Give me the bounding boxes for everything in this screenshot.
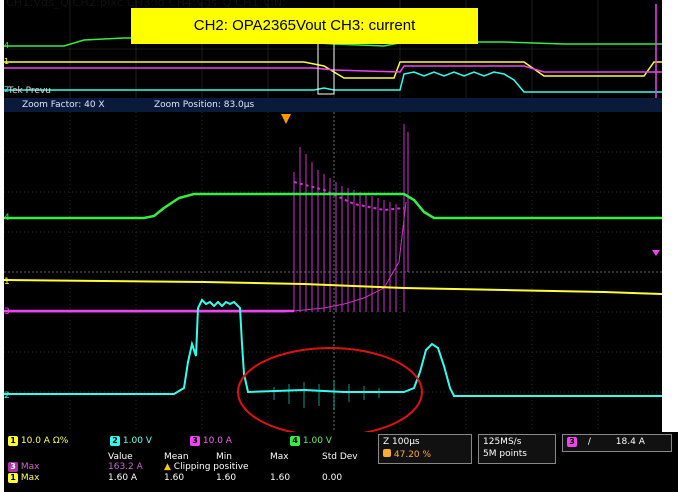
timebase-box[interactable]: Z 100µs 47.20 % (378, 434, 472, 464)
annotation-banner: CH2: OPA2365Vout CH3: current (131, 8, 478, 44)
warning-triangle-icon: ▲ (164, 462, 171, 472)
trigger-channel: 3 (567, 437, 577, 447)
trigger-level: 18.4 A (615, 437, 645, 447)
svg-text:2: 2 (4, 391, 10, 401)
ch2-scale[interactable]: 2 1.00 V (110, 436, 152, 447)
svg-text:1: 1 (4, 57, 9, 66)
trigger-box[interactable]: 3 / 18.4 A (562, 434, 672, 452)
ch1-scale[interactable]: 1 10.0 A Ω% (8, 436, 68, 447)
row2-channel: 1 (8, 473, 18, 483)
zoom-waveform-panel: 4 1 3 2 (3, 112, 663, 437)
acquisition-box[interactable]: 125MS/s 5M points (478, 434, 556, 464)
ch3-scale[interactable]: 3 10.0 A (190, 436, 232, 447)
row1-warning: ▲ Clipping positive (164, 462, 249, 472)
svg-text:3: 3 (4, 307, 10, 317)
oscilloscope-screen: 4 1 2 CH1:Vds_Q CH2:pixc CH3:Id CH4:Vgs_… (0, 0, 680, 492)
readout-panel: 1 10.0 A Ω% 2 1.00 V 3 10.0 A 4 1.00 V Z… (4, 432, 678, 492)
row2-name: Max (20, 473, 40, 483)
zoom-waveforms: 4 1 3 2 (3, 112, 663, 437)
timebase-label: Z 100µs (383, 437, 420, 447)
svg-text:4: 4 (4, 213, 10, 223)
trigger-slope-icon: / (587, 437, 591, 447)
col-header-max: Max (270, 452, 289, 462)
row1-channel: 3 (8, 462, 18, 472)
row2-value: 1.60 A (108, 473, 138, 483)
svg-text:1: 1 (4, 277, 10, 287)
row2-mean: 1.60 (164, 473, 185, 483)
svg-text:4: 4 (4, 41, 9, 50)
sample-rate: 125MS/s (483, 437, 522, 447)
col-header-stddev: Std Dev (322, 452, 358, 462)
record-length: 5M points (483, 449, 527, 459)
row1-value: 163.2 A (108, 462, 143, 472)
row2-min: 1.60 (216, 473, 237, 483)
row2-stddev: 0.00 (322, 473, 343, 483)
zoom-position: Zoom Position: 83.0µs (154, 100, 255, 110)
ch4-scale[interactable]: 4 1.00 V (290, 436, 332, 447)
prevu-label: Tek Prevu (8, 86, 51, 96)
row1-name: Max (20, 462, 40, 472)
zoom-info-bar: Tek Prevu Zoom Factor: 40 X Zoom Positio… (4, 86, 662, 112)
trigger-position: 47.20 % (383, 449, 431, 461)
row2-max: 1.60 (270, 473, 291, 483)
zoom-factor: Zoom Factor: 40 X (22, 100, 105, 110)
trigger-pos-icon (383, 449, 391, 457)
